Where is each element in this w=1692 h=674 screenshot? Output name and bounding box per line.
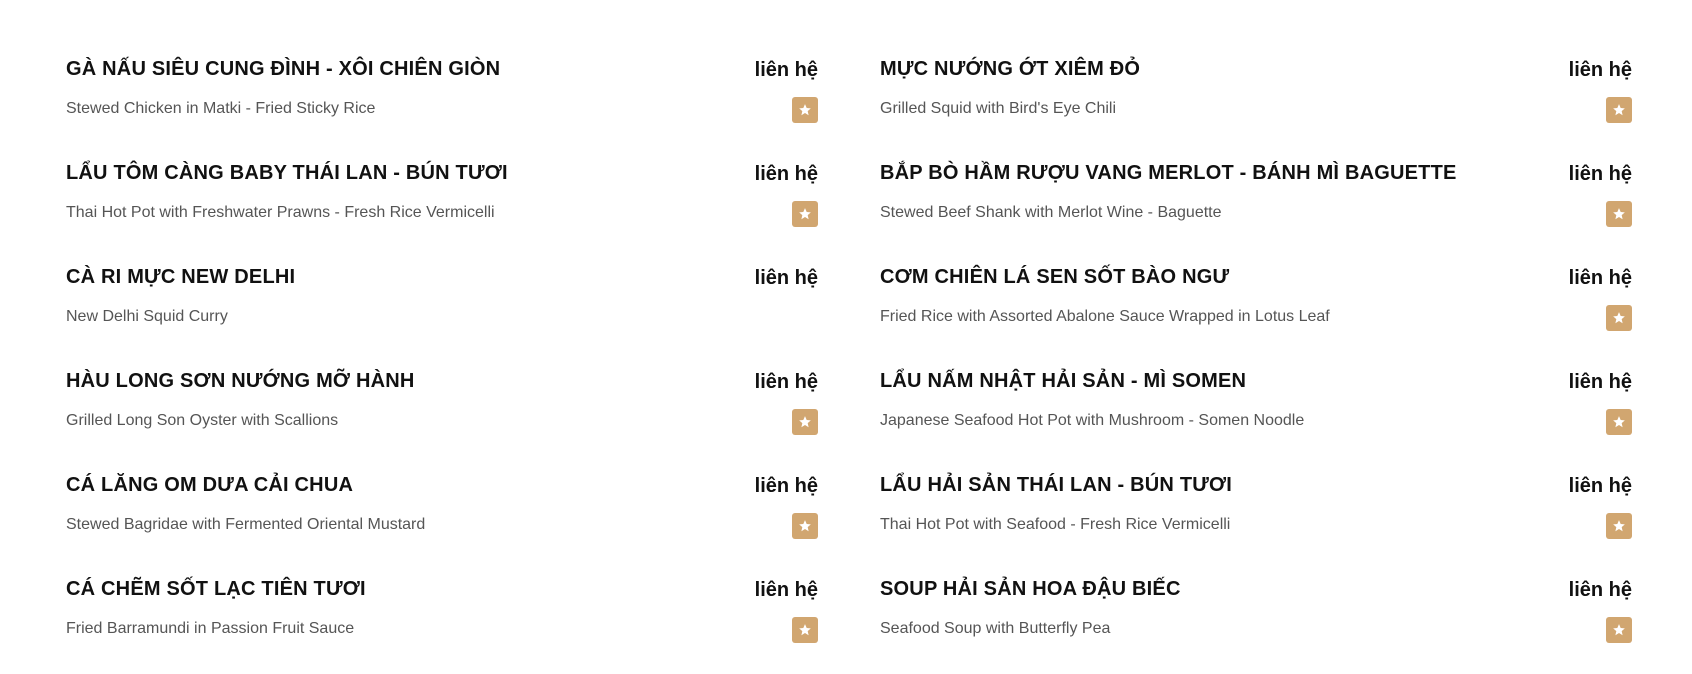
dish-description: Stewed Beef Shank with Merlot Wine - Bag…: [880, 204, 1222, 221]
star-icon: [792, 617, 818, 643]
dish-name: CÁ LĂNG OM DƯA CẢI CHUA: [66, 474, 354, 496]
menu-column-right: MỰC NƯỚNG ỚT XIÊM ĐỎ liên hệ Grilled Squ…: [880, 50, 1632, 674]
dish-price: liên hệ: [1568, 579, 1632, 601]
dish-description: Fried Barramundi in Passion Fruit Sauce: [66, 620, 355, 637]
dish-price: liên hệ: [754, 163, 818, 185]
dish-price: liên hệ: [1568, 59, 1632, 81]
dish-description: New Delhi Squid Curry: [66, 308, 228, 325]
menu-item[interactable]: HÀU LONG SƠN NƯỚNG MỠ HÀNH liên hệ Grill…: [66, 362, 818, 466]
menu-item[interactable]: SOUP HẢI SẢN HOA ĐẬU BIẾC liên hệ Seafoo…: [880, 570, 1632, 674]
star-icon: [1606, 513, 1632, 539]
menu-item[interactable]: CÁ CHẼM SỐT LẠC TIÊN TƯƠI liên hệ Fried …: [66, 570, 818, 674]
dish-description: Japanese Seafood Hot Pot with Mushroom -…: [880, 412, 1305, 429]
star-icon: [1606, 617, 1632, 643]
star-icon: [792, 409, 818, 435]
star-icon: [1606, 97, 1632, 123]
dish-name: SOUP HẢI SẢN HOA ĐẬU BIẾC: [880, 578, 1181, 600]
dish-price: liên hệ: [1568, 267, 1632, 289]
menu-item[interactable]: LẨU TÔM CÀNG BABY THÁI LAN - BÚN TƯƠI li…: [66, 154, 818, 258]
dish-name: LẨU HẢI SẢN THÁI LAN - BÚN TƯƠI: [880, 474, 1233, 496]
dish-name: CÁ CHẼM SỐT LẠC TIÊN TƯƠI: [66, 578, 366, 600]
menu-column-left: GÀ NẤU SIÊU CUNG ĐÌNH - XÔI CHIÊN GIÒN l…: [66, 50, 818, 674]
menu-item[interactable]: LẨU NẤM NHẬT HẢI SẢN - MÌ SOMEN liên hệ …: [880, 362, 1632, 466]
dish-name: MỰC NƯỚNG ỚT XIÊM ĐỎ: [880, 58, 1141, 80]
menu-item[interactable]: LẨU HẢI SẢN THÁI LAN - BÚN TƯƠI liên hệ …: [880, 466, 1632, 570]
dish-price: liên hệ: [1568, 475, 1632, 497]
dish-price: liên hệ: [754, 475, 818, 497]
star-icon: [1606, 305, 1632, 331]
dish-name: LẨU NẤM NHẬT HẢI SẢN - MÌ SOMEN: [880, 370, 1247, 392]
dish-description: Fried Rice with Assorted Abalone Sauce W…: [880, 308, 1330, 325]
star-icon: [1606, 201, 1632, 227]
dish-description: Thai Hot Pot with Freshwater Prawns - Fr…: [66, 204, 495, 221]
dish-price: liên hệ: [1568, 371, 1632, 393]
menu-item[interactable]: CÀ RI MỰC NEW DELHI liên hệ New Delhi Sq…: [66, 258, 818, 362]
dish-price: liên hệ: [754, 579, 818, 601]
menu-item[interactable]: CƠM CHIÊN LÁ SEN SỐT BÀO NGƯ liên hệ Fri…: [880, 258, 1632, 362]
menu-item[interactable]: GÀ NẤU SIÊU CUNG ĐÌNH - XÔI CHIÊN GIÒN l…: [66, 50, 818, 154]
dish-description: Seafood Soup with Butterfly Pea: [880, 620, 1111, 637]
star-icon: [792, 201, 818, 227]
dish-name: GÀ NẤU SIÊU CUNG ĐÌNH - XÔI CHIÊN GIÒN: [66, 58, 501, 80]
star-icon: [1606, 409, 1632, 435]
star-icon: [792, 97, 818, 123]
dish-name: BẮP BÒ HẦM RƯỢU VANG MERLOT - BÁNH MÌ BA…: [880, 162, 1457, 184]
menu-item[interactable]: BẮP BÒ HẦM RƯỢU VANG MERLOT - BÁNH MÌ BA…: [880, 154, 1632, 258]
dish-description: Stewed Chicken in Matki - Fried Sticky R…: [66, 100, 376, 117]
dish-price: liên hệ: [754, 371, 818, 393]
dish-price: liên hệ: [1568, 163, 1632, 185]
dish-price: liên hệ: [754, 267, 818, 289]
dish-description: Grilled Squid with Bird's Eye Chili: [880, 100, 1117, 117]
menu-item[interactable]: CÁ LĂNG OM DƯA CẢI CHUA liên hệ Stewed B…: [66, 466, 818, 570]
dish-name: HÀU LONG SƠN NƯỚNG MỠ HÀNH: [66, 370, 415, 392]
dish-name: CÀ RI MỰC NEW DELHI: [66, 266, 296, 288]
star-icon: [792, 513, 818, 539]
dish-name: CƠM CHIÊN LÁ SEN SỐT BÀO NGƯ: [880, 266, 1230, 288]
dish-description: Grilled Long Son Oyster with Scallions: [66, 412, 339, 429]
menu-item[interactable]: MỰC NƯỚNG ỚT XIÊM ĐỎ liên hệ Grilled Squ…: [880, 50, 1632, 154]
dish-name: LẨU TÔM CÀNG BABY THÁI LAN - BÚN TƯƠI: [66, 162, 508, 184]
menu-list: GÀ NẤU SIÊU CUNG ĐÌNH - XÔI CHIÊN GIÒN l…: [0, 0, 1692, 660]
dish-price: liên hệ: [754, 59, 818, 81]
dish-description: Thai Hot Pot with Seafood - Fresh Rice V…: [880, 516, 1231, 533]
dish-description: Stewed Bagridae with Fermented Oriental …: [66, 516, 426, 533]
